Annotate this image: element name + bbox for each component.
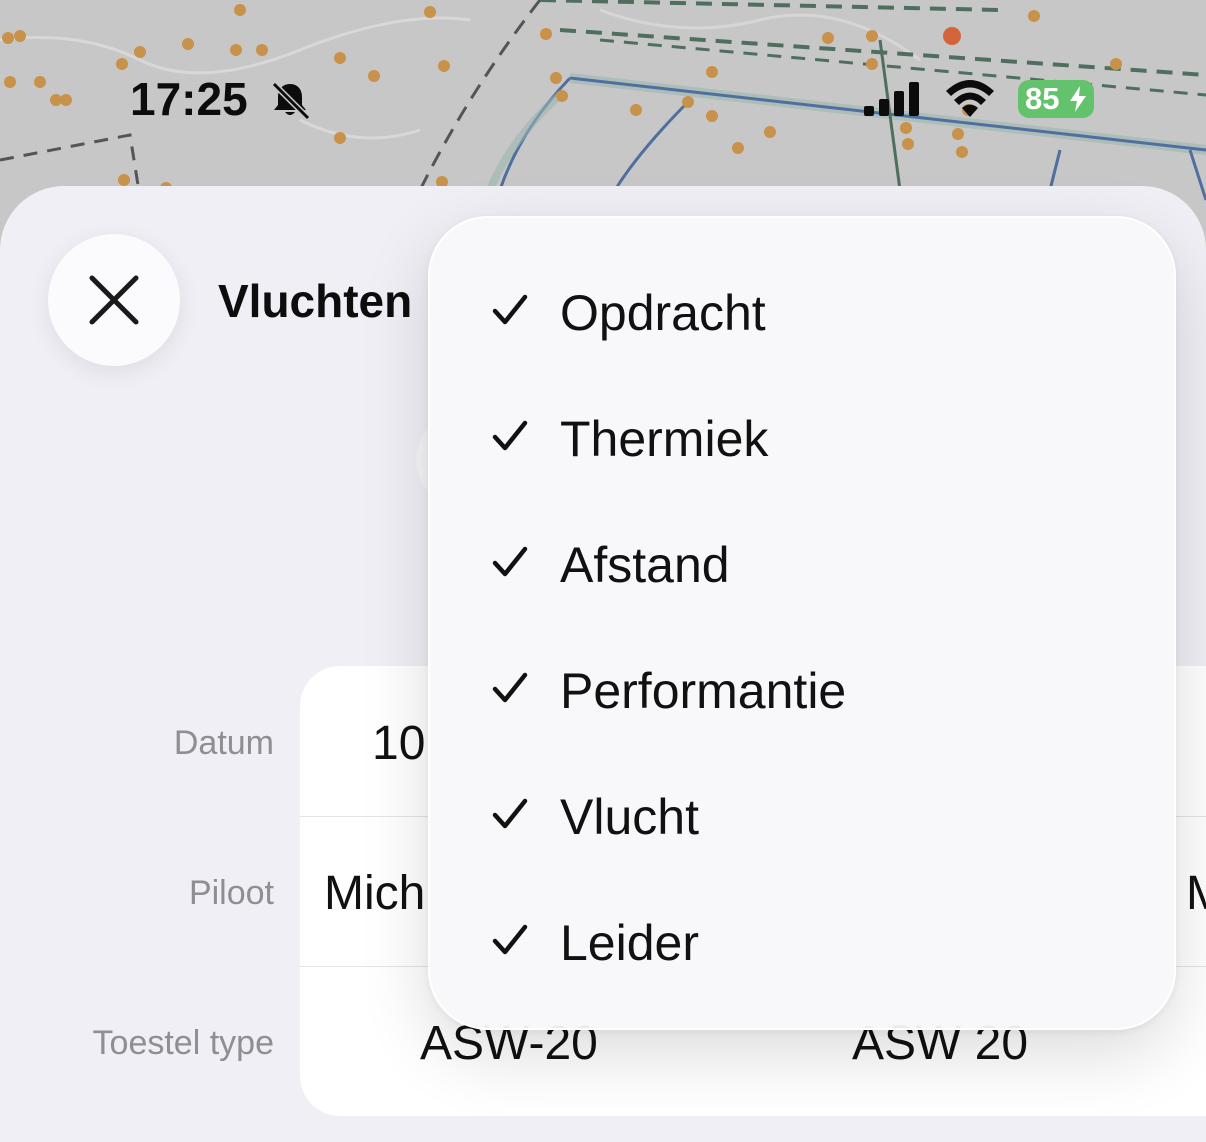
menu-item-performantie[interactable]: Performantie [430, 626, 1174, 752]
menu-item-opdracht[interactable]: Opdracht [430, 248, 1174, 374]
menu-item-label: Vlucht [560, 789, 699, 845]
menu-item-leider[interactable]: Leider [430, 878, 1174, 1004]
row-label-piloot: Piloot [188, 874, 274, 912]
menu-item-afstand[interactable]: Afstand [430, 500, 1174, 626]
screen: 17:25 85 Vluchten Datum Piloot Toestel t… [0, 0, 1206, 1142]
table-cell-piloot-3: M [1186, 867, 1206, 920]
menu-item-thermiek[interactable]: Thermiek [430, 374, 1174, 500]
cellular-signal-icon [864, 82, 919, 116]
menu-item-label: Performantie [560, 663, 847, 719]
menu-item-vlucht[interactable]: Vlucht [430, 752, 1174, 878]
row-label-toestel-type: Toestel type [92, 1024, 274, 1062]
checkmark-icon [492, 420, 528, 451]
checkmark-icon [492, 294, 528, 325]
close-icon [89, 275, 139, 325]
checkmark-icon [492, 924, 528, 955]
close-button[interactable] [48, 234, 180, 366]
bell-slash-icon [271, 81, 311, 120]
menu-item-label: Opdracht [560, 285, 766, 341]
menu-item-label: Thermiek [560, 411, 769, 467]
row-label-datum: Datum [173, 724, 274, 762]
checkmark-icon [492, 546, 528, 577]
wifi-icon [946, 80, 994, 117]
battery-level: 85 [1025, 81, 1060, 116]
charging-bolt-icon [1070, 86, 1086, 112]
menu-item-label: Leider [560, 915, 699, 971]
table-cell-datum-1: 10 [372, 717, 426, 770]
sheet-title: Vluchten [218, 275, 413, 327]
menu-item-label: Afstand [560, 537, 730, 593]
checkmark-icon [492, 798, 528, 829]
table-cell-piloot-1: Mich [324, 867, 426, 920]
column-filter-menu: Opdracht Thermiek Afstand Performantie V… [428, 216, 1176, 1030]
checkmark-icon [492, 672, 528, 703]
battery-indicator: 85 [1018, 80, 1094, 118]
status-time: 17:25 [130, 73, 248, 125]
